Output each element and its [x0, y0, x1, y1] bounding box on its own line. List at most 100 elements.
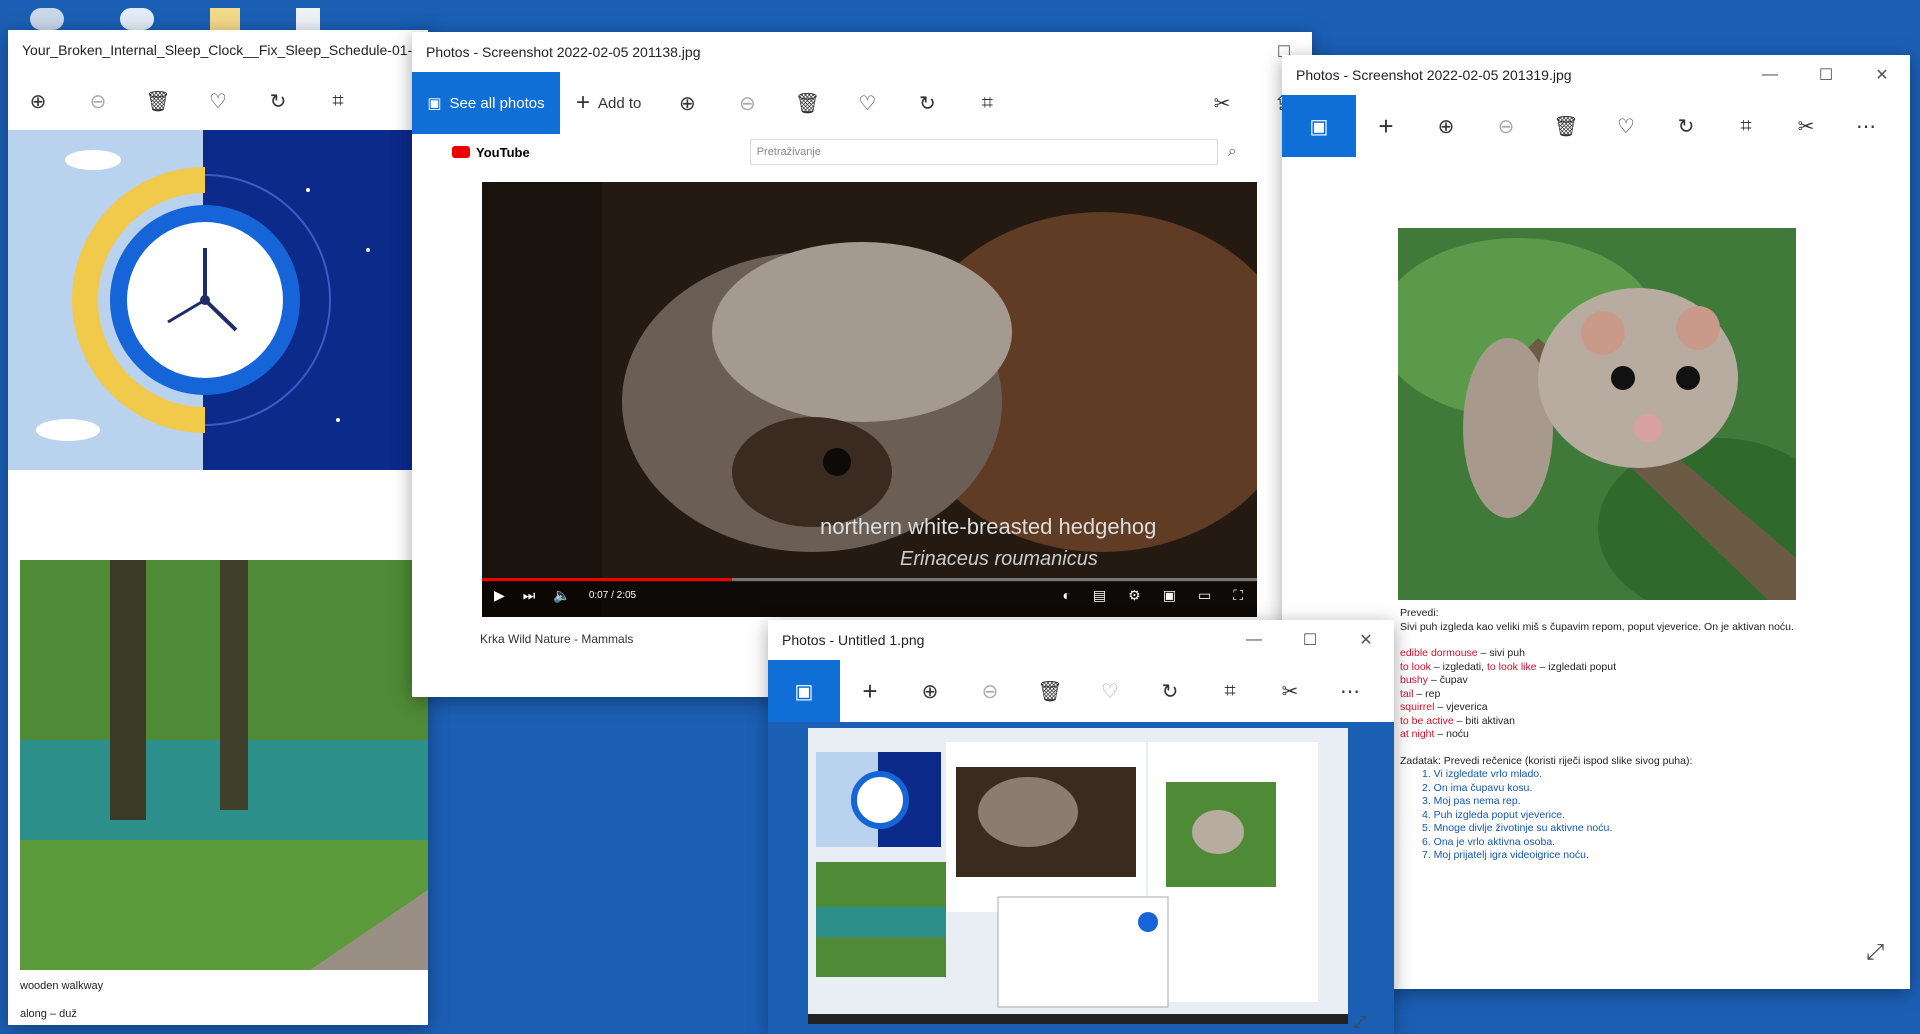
favorite-icon[interactable]: ♡ — [1596, 95, 1656, 157]
see-all-photos-label: See all photos — [449, 94, 545, 112]
task-heading: Zadatak: Prevedi rečenice (koristi riječ… — [1400, 754, 1693, 767]
vocab-item: edible dormouse – sivi puh — [1400, 647, 1525, 659]
gallery-icon[interactable]: ▣ — [1282, 95, 1356, 157]
next-icon[interactable]: ⏭ — [523, 587, 536, 604]
gallery-icon: ▣ — [427, 95, 442, 112]
weather-icon[interactable] — [120, 8, 154, 30]
favorite-icon[interactable]: ♡ — [188, 70, 248, 132]
cloud-icon[interactable] — [30, 8, 64, 30]
crop-icon[interactable]: ⌗ — [1200, 660, 1260, 722]
delete-icon[interactable]: 🗑 — [1536, 95, 1596, 157]
dormouse-photo — [1398, 228, 1796, 600]
rotate-icon[interactable]: ↻ — [897, 72, 957, 134]
zoom-in-icon[interactable]: ⊕ — [657, 72, 717, 134]
vocab-item: bushy – čupav — [1400, 674, 1468, 686]
title-bar[interactable]: Photos - Screenshot 2022-02-05 201138.jp… — [412, 32, 1312, 72]
youtube-search-input[interactable]: Pretraživanje — [749, 139, 1218, 165]
youtube-header: YouTube Pretraživanje ⌕ — [452, 132, 1272, 172]
theater-icon[interactable]: ▭ — [1198, 587, 1211, 604]
close-button[interactable]: ✕ — [1854, 55, 1910, 95]
translation-text: Prevedi: Sivi puh izgleda kao veliki miš… — [1400, 607, 1900, 863]
task-item: 7. Moj prijatelj igra videoigrice noću. — [1422, 849, 1589, 861]
zoom-in-icon[interactable]: ⊕ — [1416, 95, 1476, 157]
more-icon[interactable]: ⋯ — [1320, 660, 1380, 722]
volume-icon[interactable]: 🔈 — [553, 587, 570, 604]
exercise-heading: Prevedi: — [1400, 607, 1439, 619]
gallery-icon[interactable]: ▣ — [768, 660, 840, 722]
toolbar: ▣ + ⊕ ⊖ 🗑 ♡ ↻ ⌗ ✂ ⋯ — [1282, 95, 1910, 157]
add-to-button[interactable]: + Add to — [560, 72, 657, 134]
favorite-icon[interactable]: ♡ — [1080, 660, 1140, 722]
crop-icon[interactable]: ⌗ — [1716, 95, 1776, 157]
window-title: Photos - Untitled 1.png — [782, 632, 925, 648]
see-all-photos-button[interactable]: ▣ See all photos — [412, 72, 560, 134]
vocab-item: at night – noću — [1400, 728, 1469, 740]
zoom-in-icon[interactable]: ⊕ — [900, 660, 960, 722]
rotate-icon[interactable]: ↻ — [1656, 95, 1716, 157]
task-item: 6. Ona je vrlo aktivna osoba. — [1422, 835, 1556, 848]
minimize-button[interactable]: — — [1742, 55, 1798, 95]
forest-walkway-photo — [20, 560, 428, 970]
toolbar: ▣ + ⊕ ⊖ 🗑 ♡ ↻ ⌗ ✂ ⋯ — [768, 660, 1394, 722]
youtube-logo-icon[interactable] — [452, 146, 470, 158]
delete-icon[interactable]: 🗑 — [128, 70, 188, 132]
edit-icon[interactable]: ✂ — [1260, 660, 1320, 722]
zoom-out-icon[interactable]: ⊖ — [1476, 95, 1536, 157]
expand-icon[interactable]: ⤢ — [1353, 1014, 1366, 1032]
zoom-out-icon[interactable]: ⊖ — [960, 660, 1020, 722]
autoplay-toggle-icon[interactable]: ◐ — [1062, 587, 1070, 604]
favorite-icon[interactable]: ♡ — [837, 72, 897, 134]
settings-icon[interactable]: ⚙ — [1128, 587, 1141, 604]
video-time: 0:07 / 2:05 — [588, 590, 637, 601]
maximize-button[interactable]: ☐ — [1798, 55, 1854, 95]
toolbar: ▣ See all photos + Add to ⊕ ⊖ 🗑 ♡ ↻ ⌗ ✂ … — [412, 72, 1312, 134]
zoom-out-icon[interactable]: ⊖ — [717, 72, 777, 134]
edit-icon[interactable]: ✂ — [1776, 95, 1836, 157]
nested-screenshot-preview — [768, 722, 1394, 1034]
photos-window-untitled: Photos - Untitled 1.png — ☐ ✕ ▣ + ⊕ ⊖ 🗑 … — [768, 620, 1394, 1034]
zoom-out-icon[interactable]: ⊖ — [68, 70, 128, 132]
maximize-button[interactable]: ☐ — [1282, 620, 1338, 660]
hedgehog-video[interactable]: northern white-breasted hedgehog Erinace… — [482, 182, 1257, 617]
add-icon[interactable]: + — [1356, 95, 1416, 157]
edit-icon[interactable]: ✂ — [1192, 72, 1252, 134]
plus-icon: + — [576, 89, 591, 116]
crop-icon[interactable]: ⌗ — [957, 72, 1017, 134]
video-controls: ▶ ⏭ 🔈 0:07 / 2:05 — [494, 587, 636, 604]
video-right-controls: ◐ ▤ ⚙ ▣ ▭ ⛶ — [1062, 587, 1243, 604]
add-to-label: Add to — [598, 94, 642, 112]
photos-window-hedgehog: Photos - Screenshot 2022-02-05 201138.jp… — [412, 32, 1312, 697]
title-bar[interactable]: Your_Broken_Internal_Sleep_Clock__Fix_Sl… — [8, 30, 428, 70]
task-item: 1. Vi izgledate vrlo mlado. — [1422, 768, 1543, 780]
zoom-in-icon[interactable]: ⊕ — [8, 70, 68, 132]
expand-icon[interactable]: ⤢ — [1866, 939, 1884, 965]
caption-along: along – duž — [20, 1008, 77, 1020]
folder-icon[interactable] — [210, 8, 240, 30]
subtitles-icon[interactable]: ▤ — [1093, 587, 1106, 604]
title-bar[interactable]: Photos - Untitled 1.png — ☐ ✕ — [768, 620, 1394, 660]
photos-window-sleep-clock: Your_Broken_Internal_Sleep_Clock__Fix_Sl… — [8, 30, 428, 1025]
vocab-item: squirrel – vjeverica — [1400, 701, 1488, 713]
task-item: 4. Puh izgleda poput vjeverice. — [1422, 808, 1566, 821]
window-title: Your_Broken_Internal_Sleep_Clock__Fix_Sl… — [22, 42, 427, 58]
delete-icon[interactable]: 🗑 — [777, 72, 837, 134]
video-subtitle-common: northern white-breasted hedgehog — [820, 514, 1157, 539]
vocab-item: tail – rep — [1400, 687, 1441, 700]
sleep-clock-illustration — [8, 130, 428, 470]
title-bar[interactable]: Photos - Screenshot 2022-02-05 201319.jp… — [1282, 55, 1910, 95]
minimize-button[interactable]: — — [1226, 620, 1282, 660]
caption-wooden-walkway: wooden walkway — [20, 980, 104, 992]
crop-icon[interactable]: ⌗ — [308, 70, 368, 132]
more-icon[interactable]: ⋯ — [1836, 95, 1896, 157]
delete-icon[interactable]: 🗑 — [1020, 660, 1080, 722]
search-icon[interactable]: ⌕ — [1228, 143, 1237, 161]
play-icon[interactable]: ▶ — [494, 587, 505, 604]
task-item: 2. On ima čupavu kosu. — [1422, 781, 1533, 794]
fullscreen-icon[interactable]: ⛶ — [1233, 587, 1243, 604]
rotate-icon[interactable]: ↻ — [248, 70, 308, 132]
miniplayer-icon[interactable]: ▣ — [1163, 587, 1176, 604]
rotate-icon[interactable]: ↻ — [1140, 660, 1200, 722]
close-button[interactable]: ✕ — [1338, 620, 1394, 660]
toolbar: ⊕ ⊖ 🗑 ♡ ↻ ⌗ — [8, 70, 428, 132]
add-icon[interactable]: + — [840, 660, 900, 722]
